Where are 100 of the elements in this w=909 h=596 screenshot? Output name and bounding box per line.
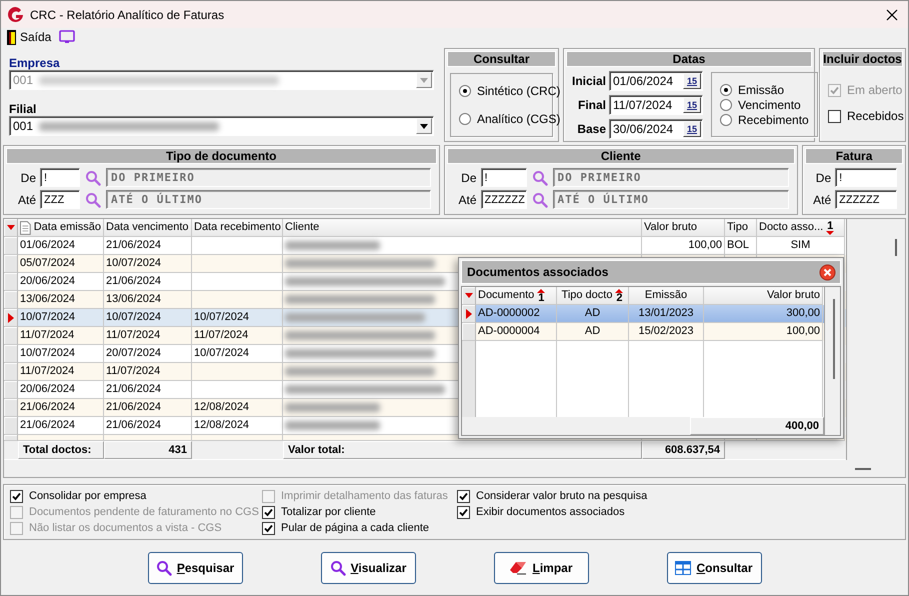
row-selector[interactable] <box>4 309 18 327</box>
column-header[interactable]: Tipo <box>725 219 757 237</box>
close-button[interactable] <box>818 263 836 281</box>
close-icon <box>886 8 898 20</box>
window-title: CRC - Relatório Analítico de Faturas <box>30 8 226 22</box>
radio-button[interactable] <box>720 84 732 96</box>
field-label: De <box>814 170 832 184</box>
table-cell-text: 15/02/2023 <box>638 324 694 339</box>
scrollbar-thumb[interactable] <box>833 299 835 379</box>
exit-button[interactable]: Saída <box>7 30 52 44</box>
action-button[interactable]: Limpar <box>494 552 588 584</box>
dropdown-button[interactable] <box>416 118 432 134</box>
eraser-icon <box>509 560 528 574</box>
table-cell-text: AD-0000002 <box>478 306 540 321</box>
checkbox[interactable] <box>457 490 470 502</box>
table-cell-text: 21/06/2024 <box>106 274 162 289</box>
input-field[interactable]: ZZZ <box>40 190 80 209</box>
total-label: Total doctos: <box>18 441 104 459</box>
scrollbar-thumb[interactable] <box>895 239 897 256</box>
search-button[interactable] <box>530 190 549 208</box>
table-row[interactable]: AD-0000002 AD 13/01/2023 300,00 <box>462 305 824 323</box>
checkbox[interactable] <box>457 506 470 518</box>
table-cell-text: 13/01/2023 <box>638 306 694 321</box>
input-field[interactable]: ZZZZZZ <box>480 190 527 209</box>
radio-button[interactable] <box>459 85 471 97</box>
caret-icon <box>464 293 472 298</box>
column-header[interactable]: Tipo docto 2 <box>557 287 629 305</box>
check-icon <box>830 86 839 94</box>
dropdown-field[interactable]: 001 <box>9 116 434 136</box>
table-cell-text: 10/07/2024 <box>20 346 76 361</box>
input-field[interactable]: ! <box>835 168 898 187</box>
column-header[interactable]: Cliente <box>283 219 642 237</box>
checkbox-label: Totalizar por cliente <box>281 506 376 518</box>
checkbox[interactable] <box>828 110 841 122</box>
table-cell-text: 20/06/2024 <box>20 382 76 397</box>
radio-label: Emissão <box>738 82 784 96</box>
input-field[interactable]: ZZZZZZ <box>835 190 898 209</box>
checkbox-label: Não listar os documentos a vista - CGS <box>29 522 222 534</box>
column-header[interactable]: Docto asso... 1 <box>757 219 845 237</box>
search-button[interactable] <box>530 168 549 186</box>
column-header[interactable]: Data emissão <box>18 219 104 237</box>
date-field[interactable]: 01/06/2024 15 <box>609 71 703 91</box>
date-field[interactable]: 11/07/2024 15 <box>609 95 703 115</box>
checkbox-label: Recebidos <box>847 109 904 123</box>
table-cell-text: 10/07/2024 <box>194 310 250 325</box>
table-cell-text: 21/06/2024 <box>20 418 76 433</box>
checkbox-label: Em aberto <box>847 83 902 97</box>
row-selector[interactable] <box>4 219 18 237</box>
check-icon <box>12 492 21 500</box>
sort-indicator: 2 <box>615 288 624 302</box>
column-header[interactable]: Emissão <box>629 287 704 305</box>
table-cell-text: 20/06/2024 <box>20 274 76 289</box>
search-button[interactable] <box>84 168 102 186</box>
table-cell-text: 21/06/2024 <box>106 238 162 253</box>
input-field[interactable]: ! <box>480 168 527 187</box>
description-field: ATÉ O ÚLTIMO <box>552 190 790 209</box>
action-button[interactable]: Visualizar <box>320 552 416 584</box>
radio-label: Analítico (CGS) <box>477 112 560 126</box>
radio-label: Recebimento <box>738 112 809 126</box>
checkbox[interactable] <box>10 490 23 502</box>
row-selector[interactable] <box>462 305 476 323</box>
column-header[interactable]: Documento 1 <box>476 287 557 305</box>
calendar-button[interactable]: 15 <box>683 97 701 113</box>
search-button[interactable] <box>84 190 102 208</box>
table-cell-text: 100,00 <box>688 238 722 253</box>
field-label: Base <box>576 122 606 136</box>
column-header[interactable]: Data recebimento <box>192 219 283 237</box>
action-button[interactable]: Pesquisar <box>148 552 242 584</box>
field-label: Até <box>812 192 832 206</box>
radio-button[interactable] <box>720 98 732 110</box>
checkbox[interactable] <box>262 522 275 534</box>
checkbox[interactable] <box>262 506 275 518</box>
table-icon <box>675 560 692 574</box>
table-cell-text: 21/06/2024 <box>106 400 162 415</box>
table-cell-text: 10/07/2024 <box>194 346 250 361</box>
column-header[interactable]: Valor bruto <box>642 219 725 237</box>
input-field[interactable]: ! <box>40 168 80 187</box>
table-row[interactable]: 01/06/2024 21/06/2024 100,00 BOL SIM <box>4 237 846 255</box>
radio-label: Vencimento <box>738 98 801 112</box>
action-button[interactable]: Consultar <box>666 552 762 584</box>
table-row[interactable]: AD-0000004 AD 15/02/2023 100,00 <box>462 323 824 341</box>
date-field[interactable]: 30/06/2024 15 <box>609 119 703 139</box>
radio-button[interactable] <box>459 113 471 125</box>
table-cell-text: 13/06/2024 <box>106 292 162 307</box>
row-selector[interactable] <box>462 287 476 305</box>
table-cell-text: 12/08/2024 <box>194 400 250 415</box>
column-header[interactable]: Valor bruto <box>704 287 823 305</box>
field-label: Empresa <box>9 56 61 70</box>
caret-icon <box>420 124 428 128</box>
sort-indicator: 1 <box>537 288 546 302</box>
calendar-button[interactable]: 15 <box>683 73 701 89</box>
table-cell-text: 21/06/2024 <box>106 418 162 433</box>
column-header[interactable]: Data vencimento <box>104 219 192 237</box>
total-value: 431 <box>104 441 192 459</box>
calendar-button[interactable]: 15 <box>683 121 701 137</box>
radio-button[interactable] <box>720 114 732 126</box>
monitor-button[interactable] <box>59 30 76 44</box>
search-icon <box>532 170 548 186</box>
table-cell-text: 01/06/2024 <box>20 238 76 253</box>
scrollbar-thumb[interactable] <box>855 468 871 470</box>
